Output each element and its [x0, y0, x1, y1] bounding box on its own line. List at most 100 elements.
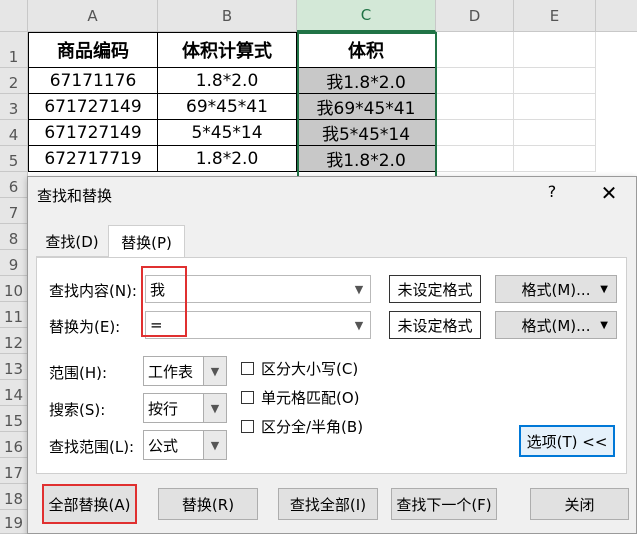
replace-format-button[interactable]: 格式(M)... ▼ [495, 311, 617, 339]
row-header[interactable]: 19 [0, 510, 28, 534]
lookin-value: 公式 [148, 436, 179, 455]
table-cell[interactable]: 672717719 [28, 146, 158, 172]
table-header-cell[interactable]: 体积 [297, 32, 436, 68]
replace-input-value: = [150, 316, 163, 334]
replace-all-button[interactable]: 全部替换(A) [42, 484, 137, 524]
options-button[interactable]: 选项(T) << [519, 425, 615, 457]
replace-format-label: 格式(M)... [521, 316, 591, 335]
find-format-preview: 未设定格式 [389, 275, 481, 303]
scope-label: 范围(H): [49, 364, 108, 382]
table-cell[interactable]: 1.8*2.0 [158, 146, 297, 172]
row-header[interactable]: 14 [0, 380, 28, 406]
row-header[interactable]: 16 [0, 432, 28, 458]
find-input-value: 我 [150, 280, 166, 299]
replace-format-preview: 未设定格式 [389, 311, 481, 339]
column-header-b[interactable]: B [158, 0, 297, 32]
lookin-select[interactable]: 公式 ▼ [143, 430, 227, 460]
row-header[interactable]: 5 [0, 146, 28, 172]
cell[interactable] [514, 94, 596, 120]
find-next-button[interactable]: 查找下一个(F) [391, 488, 497, 520]
find-replace-dialog: 查找和替换 ? ✕ 查找(D) 替换(P) 查找内容(N): 我 ▼ 未设定格式… [27, 176, 637, 534]
row-header[interactable]: 12 [0, 328, 28, 354]
dialog-title: 查找和替换 [37, 187, 113, 205]
row-header[interactable]: 8 [0, 224, 28, 250]
checkbox-box[interactable] [241, 362, 254, 375]
row-header[interactable]: 13 [0, 354, 28, 380]
table-cell[interactable]: 671727149 [28, 94, 158, 120]
replace-label: 替换为(E): [49, 318, 121, 336]
table-cell[interactable]: 5*45*14 [158, 120, 297, 146]
column-header-a[interactable]: A [28, 0, 158, 32]
table-header-cell[interactable]: 商品编码 [28, 32, 158, 68]
column-header-e[interactable]: E [514, 0, 596, 32]
find-label: 查找内容(N): [49, 282, 137, 300]
table-cell[interactable]: 67171176 [28, 68, 158, 94]
row-header[interactable]: 10 [0, 276, 28, 302]
table-cell[interactable]: 69*45*41 [158, 94, 297, 120]
row-header[interactable]: 11 [0, 302, 28, 328]
lookin-label: 查找范围(L): [49, 438, 135, 456]
table-cell[interactable]: 1.8*2.0 [158, 68, 297, 94]
dropdown-triangle-icon: ▼ [600, 283, 608, 295]
table-cell-selected[interactable]: 我69*45*41 [297, 94, 436, 120]
find-all-button[interactable]: 查找全部(I) [278, 488, 378, 520]
search-select[interactable]: 按行 ▼ [143, 393, 227, 423]
chevron-down-icon[interactable]: ▼ [203, 431, 226, 459]
table-cell-selected[interactable]: 我5*45*14 [297, 120, 436, 146]
table-cell-selected[interactable]: 我1.8*2.0 [297, 146, 436, 172]
match-cell-checkbox[interactable]: 单元格匹配(O) [241, 387, 360, 408]
find-input[interactable]: 我 ▼ [145, 275, 371, 303]
cell[interactable] [514, 120, 596, 146]
cell[interactable] [514, 146, 596, 172]
table-cell[interactable]: 671727149 [28, 120, 158, 146]
column-header-f[interactable] [596, 0, 637, 32]
match-cell-label: 单元格匹配(O) [261, 389, 360, 407]
match-width-checkbox[interactable]: 区分全/半角(B) [241, 416, 363, 437]
chevron-down-icon[interactable]: ▼ [203, 394, 226, 422]
row-header[interactable]: 2 [0, 68, 28, 94]
find-format-button[interactable]: 格式(M)... ▼ [495, 275, 617, 303]
match-case-label: 区分大小写(C) [261, 360, 359, 378]
tab-find[interactable]: 查找(D) [36, 227, 108, 257]
replace-input[interactable]: = ▼ [145, 311, 371, 339]
match-case-checkbox[interactable]: 区分大小写(C) [241, 358, 358, 379]
checkbox-box[interactable] [241, 391, 254, 404]
chevron-down-icon[interactable]: ▼ [203, 357, 226, 385]
cell[interactable] [514, 68, 596, 94]
row-header[interactable]: 4 [0, 120, 28, 146]
table-cell-selected[interactable]: 我1.8*2.0 [297, 68, 436, 94]
row-header[interactable]: 6 [0, 172, 28, 198]
help-button[interactable]: ? [542, 182, 562, 204]
replace-button[interactable]: 替换(R) [158, 488, 258, 520]
table-header-cell[interactable]: 体积计算式 [158, 32, 297, 68]
chevron-down-icon[interactable]: ▼ [348, 312, 370, 338]
row-header[interactable]: 9 [0, 250, 28, 276]
row-header[interactable]: 1 [0, 32, 28, 68]
row-header[interactable]: 7 [0, 198, 28, 224]
cell[interactable] [436, 120, 514, 146]
select-all-corner[interactable] [0, 0, 28, 32]
cell[interactable] [436, 94, 514, 120]
find-format-label: 格式(M)... [521, 280, 591, 299]
cell[interactable] [436, 68, 514, 94]
checkbox-box[interactable] [241, 420, 254, 433]
column-header-c[interactable]: C [297, 0, 436, 32]
row-header[interactable]: 15 [0, 406, 28, 432]
scope-select[interactable]: 工作表 ▼ [143, 356, 227, 386]
chevron-down-icon[interactable]: ▼ [348, 276, 370, 302]
cell[interactable] [436, 146, 514, 172]
column-header-d[interactable]: D [436, 0, 514, 32]
dropdown-triangle-icon: ▼ [600, 319, 608, 331]
row-header[interactable]: 17 [0, 458, 28, 484]
cell[interactable] [514, 32, 596, 68]
search-label: 搜索(S): [49, 401, 106, 419]
cell[interactable] [436, 32, 514, 68]
close-button[interactable]: 关闭 [530, 488, 629, 520]
close-icon[interactable]: ✕ [596, 181, 622, 205]
search-value: 按行 [148, 399, 179, 418]
tab-replace[interactable]: 替换(P) [108, 225, 185, 258]
row-header[interactable]: 18 [0, 484, 28, 510]
row-header[interactable]: 3 [0, 94, 28, 120]
scope-value: 工作表 [148, 362, 194, 381]
match-width-label: 区分全/半角(B) [261, 418, 364, 436]
